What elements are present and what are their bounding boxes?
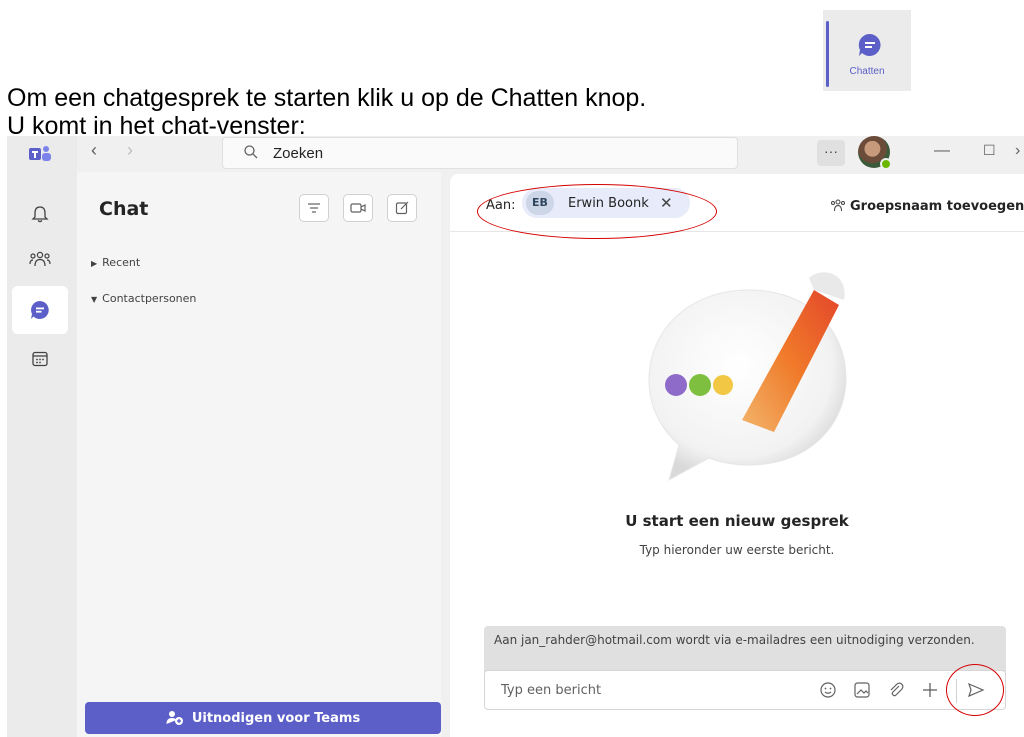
invite-label: Uitnodigen voor Teams	[191, 710, 361, 726]
invite-notice: Aan jan_rahder@hotmail.com wordt via e-m…	[484, 626, 1006, 672]
close-window-icon[interactable]: ›	[1015, 142, 1020, 160]
emoji-icon[interactable]	[819, 681, 837, 699]
chatten-label: Chatten	[849, 66, 885, 77]
maximize-icon[interactable]: ☐	[983, 142, 996, 159]
instruction-line-1: Om een chatgesprek te starten klik u op …	[7, 84, 647, 112]
people-icon	[831, 199, 845, 212]
teams-window: ‹ › Zoeken ··· — ☐ › Chat ▶ Recent ▼ Conta…	[7, 136, 1024, 737]
image-icon[interactable]	[853, 681, 871, 699]
search-input[interactable]: Zoeken	[222, 137, 738, 169]
new-chat-button[interactable]	[387, 194, 417, 222]
minimize-icon[interactable]: —	[934, 142, 950, 160]
page-title: Chat	[99, 198, 149, 220]
chat-list-pane: Chat ▶ Recent ▼ Contactpersonen Uitnodigen…	[77, 172, 441, 737]
section-recent[interactable]: ▶ Recent	[91, 256, 140, 269]
more-options-button[interactable]: ···	[817, 140, 845, 166]
search-icon	[244, 145, 258, 159]
caret-right-icon: ▶	[91, 259, 98, 268]
chat-icon	[858, 33, 881, 56]
annotation-oval-recipient	[477, 184, 717, 239]
teams-logo-icon	[25, 139, 55, 169]
video-call-button[interactable]	[343, 194, 373, 222]
filter-button[interactable]	[299, 194, 329, 222]
back-icon[interactable]: ‹	[91, 140, 97, 161]
empty-state-title: U start een nieuw gesprek	[625, 512, 849, 530]
active-indicator	[826, 21, 829, 87]
presence-available-icon	[880, 158, 892, 170]
add-group-name-button[interactable]: Groepsnaam toevoegen	[830, 198, 1024, 214]
section-contacts[interactable]: ▼ Contactpersonen	[91, 292, 196, 305]
compose-icon	[395, 201, 409, 215]
app-rail	[7, 136, 77, 737]
chat-icon[interactable]	[25, 295, 55, 325]
invite-to-teams-button[interactable]: Uitnodigen voor Teams	[85, 702, 441, 734]
search-placeholder: Zoeken	[273, 145, 324, 162]
people-icon[interactable]	[25, 244, 55, 274]
empty-state-subtitle: Typ hieronder uw eerste bericht.	[639, 543, 835, 557]
annotation-oval-send	[946, 664, 1004, 716]
new-chat-illustration	[648, 272, 847, 482]
conversation-pane: Aan: EB Erwin Boonk ✕ Groepsnaam toevoeg…	[450, 174, 1024, 737]
people-add-icon	[166, 711, 183, 725]
title-bar: ‹ › Zoeken ··· — ☐ ›	[77, 136, 1024, 172]
attach-icon[interactable]	[887, 681, 905, 699]
message-input[interactable]: Typ een bericht	[484, 670, 1006, 710]
caret-down-icon: ▼	[91, 295, 98, 304]
forward-icon[interactable]: ›	[127, 140, 133, 161]
section-contacts-label: Contactpersonen	[102, 292, 197, 305]
filter-icon	[308, 203, 320, 213]
avatar[interactable]	[858, 136, 892, 170]
chatten-button-thumbnail: Chatten	[823, 10, 911, 91]
plus-icon[interactable]	[921, 681, 939, 699]
section-recent-label: Recent	[102, 256, 141, 269]
bell-icon[interactable]	[25, 199, 55, 229]
message-placeholder: Typ een bericht	[501, 683, 602, 698]
video-icon	[350, 203, 366, 213]
calendar-icon[interactable]	[25, 344, 55, 374]
add-group-name-label: Groepsnaam toevoegen	[850, 199, 1024, 214]
